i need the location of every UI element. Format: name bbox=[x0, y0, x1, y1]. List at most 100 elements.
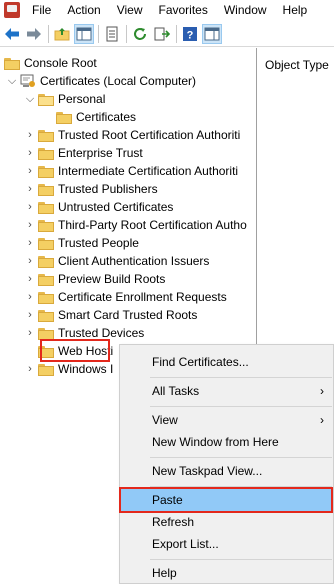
menu-item-refresh[interactable]: Refresh bbox=[121, 511, 332, 533]
tree-item-label: Certificates bbox=[76, 110, 137, 124]
folder-icon bbox=[38, 129, 54, 142]
certificate-snapin-icon bbox=[20, 74, 36, 88]
tree-item-store[interactable]: › Preview Build Roots bbox=[24, 270, 165, 288]
chevron-right-icon[interactable]: › bbox=[24, 126, 36, 144]
mmc-app-icon[interactable] bbox=[4, 2, 20, 18]
tree-item-store[interactable]: › Trusted Publishers bbox=[24, 180, 157, 198]
menu-item-label: View bbox=[152, 413, 178, 427]
folder-open-icon bbox=[38, 93, 54, 106]
chevron-down-icon[interactable]: ⌵ bbox=[6, 72, 18, 90]
tree-item-store[interactable]: › Windows I bbox=[24, 360, 113, 378]
folder-icon bbox=[38, 219, 54, 232]
menu-item-label: All Tasks bbox=[152, 384, 200, 398]
tree-item-label: Trusted Root Certification Authoriti bbox=[58, 128, 241, 142]
forward-arrow-icon[interactable] bbox=[25, 25, 43, 43]
menu-item-all-tasks[interactable]: All Tasks › bbox=[121, 380, 332, 402]
folder-icon bbox=[38, 165, 54, 178]
menu-item-label: Export List... bbox=[152, 537, 219, 551]
tree-item-label: Preview Build Roots bbox=[58, 272, 166, 286]
chevron-right-icon[interactable]: › bbox=[24, 162, 36, 180]
folder-icon bbox=[56, 111, 72, 124]
chevron-right-icon[interactable]: › bbox=[24, 270, 36, 288]
menu-item-new-taskpad[interactable]: New Taskpad View... bbox=[121, 460, 332, 482]
web-hosting-highlight-box bbox=[40, 339, 110, 362]
tree-item-store[interactable]: › Trusted People bbox=[24, 234, 139, 252]
tree-item-store[interactable]: › Untrusted Certificates bbox=[24, 198, 173, 216]
up-folder-icon[interactable] bbox=[53, 25, 71, 43]
properties-icon[interactable] bbox=[103, 25, 121, 43]
menu-separator bbox=[150, 377, 332, 378]
back-arrow-icon[interactable] bbox=[3, 25, 21, 43]
folder-icon bbox=[4, 57, 20, 70]
menu-file[interactable]: File bbox=[24, 0, 59, 20]
menu-view[interactable]: View bbox=[109, 0, 151, 20]
tree-item-store[interactable]: › Smart Card Trusted Roots bbox=[24, 306, 197, 324]
tree-item-store[interactable]: › Trusted Root Certification Authoriti bbox=[24, 126, 240, 144]
chevron-right-icon[interactable]: › bbox=[24, 216, 36, 234]
menu-item-help[interactable]: Help bbox=[121, 562, 332, 584]
toolbar-separator bbox=[176, 24, 177, 43]
menu-item-label: Find Certificates... bbox=[152, 355, 249, 369]
tree-item-label: Windows I bbox=[58, 362, 114, 376]
folder-icon bbox=[38, 201, 54, 214]
chevron-right-icon[interactable]: › bbox=[24, 288, 36, 306]
menu-item-label: New Window from Here bbox=[152, 435, 279, 449]
tree-item-console-root[interactable]: Console Root bbox=[2, 54, 97, 72]
chevron-right-icon[interactable]: › bbox=[24, 360, 36, 378]
tree-item-personal[interactable]: ⌵ Personal bbox=[24, 90, 106, 108]
menu-window[interactable]: Window bbox=[216, 0, 275, 20]
menu-separator bbox=[150, 406, 332, 407]
tree-item-label: Intermediate Certification Authoriti bbox=[58, 164, 239, 178]
menu-action[interactable]: Action bbox=[59, 0, 108, 20]
chevron-right-icon[interactable]: › bbox=[24, 234, 36, 252]
paste-highlight-box bbox=[119, 487, 333, 513]
chevron-right-icon[interactable]: › bbox=[24, 180, 36, 198]
menu-separator bbox=[150, 457, 332, 458]
tree-item-label: Trusted People bbox=[58, 236, 139, 250]
folder-icon bbox=[38, 255, 54, 268]
export-list-icon[interactable] bbox=[153, 25, 171, 43]
help-icon[interactable]: ? bbox=[181, 25, 199, 43]
tree-item-label: Client Authentication Issuers bbox=[58, 254, 210, 268]
chevron-right-icon[interactable]: › bbox=[24, 144, 36, 162]
tree-item-store[interactable]: › Enterprise Trust bbox=[24, 144, 143, 162]
tree-item-certificates-local-computer[interactable]: ⌵ Certificates (Local Computer) bbox=[6, 72, 196, 90]
folder-icon bbox=[38, 363, 54, 376]
refresh-icon[interactable] bbox=[131, 25, 149, 43]
menu-help[interactable]: Help bbox=[275, 0, 316, 20]
tree-item-store[interactable]: › Certificate Enrollment Requests bbox=[24, 288, 227, 306]
svg-text:?: ? bbox=[187, 29, 194, 41]
chevron-right-icon[interactable]: › bbox=[24, 198, 36, 216]
menu-bar: File Action View Favorites Window Help bbox=[0, 0, 334, 20]
tree-item-store[interactable]: › Client Authentication Issuers bbox=[24, 252, 209, 270]
tree-item-personal-certificates[interactable]: Certificates bbox=[54, 108, 136, 126]
column-header-object-type[interactable]: Object Type bbox=[265, 58, 329, 72]
tree-item-label: Enterprise Trust bbox=[58, 146, 143, 160]
chevron-down-icon[interactable]: ⌵ bbox=[24, 90, 36, 108]
chevron-right-icon[interactable]: › bbox=[24, 324, 36, 342]
chevron-right-icon[interactable]: › bbox=[24, 252, 36, 270]
menu-item-export-list[interactable]: Export List... bbox=[121, 533, 332, 555]
show-action-pane-icon[interactable] bbox=[202, 23, 222, 44]
context-menu: Find Certificates... All Tasks › View › … bbox=[119, 344, 334, 584]
folder-icon bbox=[38, 309, 54, 322]
menu-separator bbox=[150, 559, 332, 560]
menu-item-view[interactable]: View › bbox=[121, 409, 332, 431]
folder-icon bbox=[38, 273, 54, 286]
chevron-placeholder bbox=[24, 342, 36, 360]
tree-item-label: Third-Party Root Certification Autho bbox=[58, 218, 247, 232]
menu-item-new-window[interactable]: New Window from Here bbox=[121, 431, 332, 453]
menu-favorites[interactable]: Favorites bbox=[151, 0, 216, 20]
menu-item-find-certificates[interactable]: Find Certificates... bbox=[121, 351, 332, 373]
tree-item-label: Untrusted Certificates bbox=[58, 200, 174, 214]
folder-icon bbox=[38, 147, 54, 160]
folder-icon bbox=[38, 183, 54, 196]
tree-item-store[interactable]: › Intermediate Certification Authoriti bbox=[24, 162, 238, 180]
folder-icon bbox=[38, 291, 54, 304]
show-hide-tree-icon[interactable] bbox=[74, 23, 94, 44]
tree-item-store[interactable]: › Third-Party Root Certification Autho bbox=[24, 216, 247, 234]
toolbar-separator bbox=[126, 24, 127, 43]
folder-icon bbox=[38, 237, 54, 250]
chevron-right-icon[interactable]: › bbox=[24, 306, 36, 324]
menu-item-label: Refresh bbox=[152, 515, 195, 529]
